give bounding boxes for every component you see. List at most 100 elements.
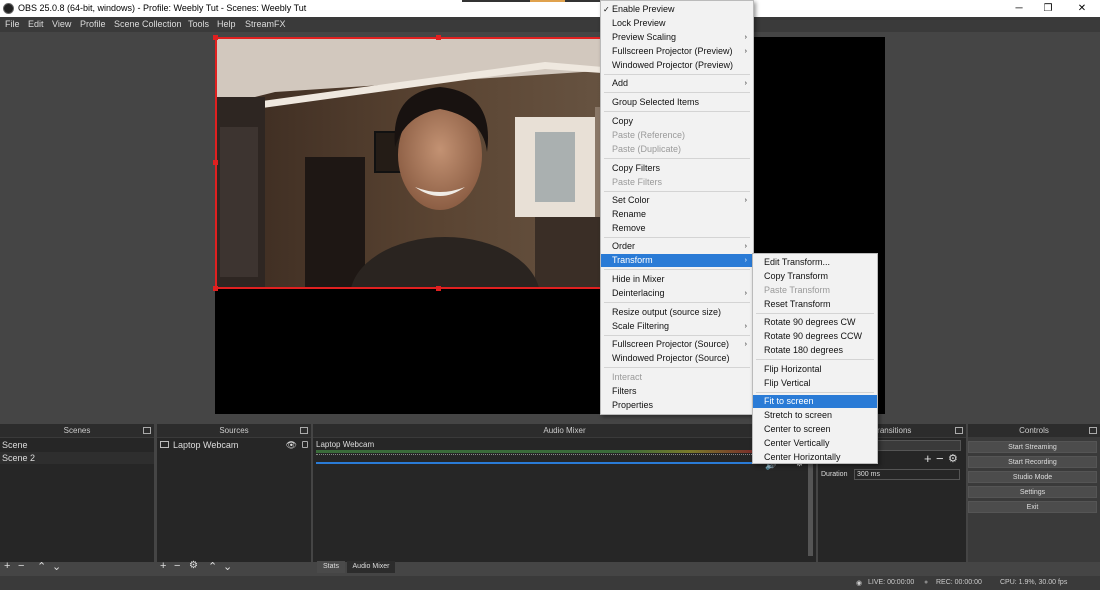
undock-icon[interactable]	[143, 427, 151, 434]
menu-item-hide-in-mixer[interactable]: Hide in Mixer	[601, 273, 753, 286]
scenes-dock: Scenes Scene Scene 2	[0, 424, 154, 562]
menu-item-stretch-to-screen[interactable]: Stretch to screen	[753, 409, 877, 422]
menu-separator	[604, 237, 750, 238]
sources-dock-title: Sources	[219, 426, 249, 435]
transitions-dock-title: Transitions	[872, 426, 912, 435]
submenu-arrow-icon: ›	[744, 257, 747, 264]
sources-toolbar: + − ⚙ ⌃ ⌄	[160, 560, 310, 574]
start-streaming-button[interactable]: Start Streaming	[968, 441, 1097, 453]
menu-item-filters[interactable]: Filters	[601, 385, 753, 398]
menu-item-properties[interactable]: Properties	[601, 399, 753, 412]
move-up-icon[interactable]: ⌃	[37, 560, 46, 573]
duration-field[interactable]: 300 ms	[854, 469, 960, 480]
add-transition-icon[interactable]: +	[924, 451, 932, 466]
resize-handle-top-left[interactable]	[213, 35, 218, 40]
cpu-status: CPU: 1.9%, 30.00 fps	[1000, 579, 1068, 586]
settings-button[interactable]: Settings	[968, 486, 1097, 498]
menu-item-enable-preview[interactable]: ✓ Enable Preview	[601, 3, 753, 16]
menu-scene-collection[interactable]: Scene Collection	[114, 19, 182, 29]
menu-edit[interactable]: Edit	[28, 19, 44, 29]
remove-scene-icon[interactable]: −	[18, 560, 24, 572]
start-recording-button[interactable]: Start Recording	[968, 456, 1097, 468]
menu-item-rotate-ccw[interactable]: Rotate 90 degrees CCW	[753, 330, 877, 343]
menu-help[interactable]: Help	[217, 19, 236, 29]
volume-slider[interactable]	[316, 462, 761, 464]
scene-item[interactable]: Scene	[0, 439, 154, 451]
menu-item-preview-scaling[interactable]: Preview Scaling ›	[601, 31, 753, 44]
menu-item-remove[interactable]: Remove	[601, 222, 753, 235]
remove-source-icon[interactable]: −	[174, 560, 180, 572]
add-scene-icon[interactable]: +	[4, 560, 10, 572]
menu-item-center-vertically[interactable]: Center Vertically	[753, 437, 877, 450]
menu-item-rotate-cw[interactable]: Rotate 90 degrees CW	[753, 316, 877, 329]
exit-button[interactable]: Exit	[968, 501, 1097, 513]
move-down-icon[interactable]: ⌄	[223, 560, 232, 573]
menu-profile[interactable]: Profile	[80, 19, 106, 29]
move-up-icon[interactable]: ⌃	[208, 560, 217, 573]
menu-item-reset-transform[interactable]: Reset Transform	[753, 298, 877, 311]
menu-tools[interactable]: Tools	[188, 19, 209, 29]
resize-handle-top[interactable]	[436, 35, 441, 40]
menu-item-lock-preview[interactable]: Lock Preview	[601, 17, 753, 30]
controls-dock-title: Controls	[1019, 426, 1049, 435]
menu-item-fullscreen-projector-preview[interactable]: Fullscreen Projector (Preview) ›	[601, 45, 753, 58]
visibility-eye-icon[interactable]: 👁	[286, 439, 297, 451]
menu-item-rename[interactable]: Rename	[601, 208, 753, 221]
maximize-button[interactable]: ❐	[1041, 2, 1055, 15]
menu-item-flip-horizontal[interactable]: Flip Horizontal	[753, 363, 877, 376]
add-source-icon[interactable]: +	[160, 560, 166, 572]
live-status: LIVE: 00:00:00	[868, 579, 915, 586]
menu-file[interactable]: File	[5, 19, 20, 29]
context-menu: ✓ Enable Preview Lock Preview Preview Sca…	[600, 0, 754, 415]
remove-transition-icon[interactable]: −	[936, 451, 944, 466]
menu-item-edit-transform[interactable]: Edit Transform...	[753, 256, 877, 269]
menu-separator	[604, 111, 750, 112]
submenu-arrow-icon: ›	[744, 48, 747, 55]
menu-view[interactable]: View	[52, 19, 71, 29]
gear-icon[interactable]: ⚙	[948, 452, 958, 465]
minimize-button[interactable]: ─	[1012, 2, 1026, 15]
scenes-dock-title: Scenes	[63, 426, 91, 435]
menu-item-fullscreen-projector-source[interactable]: Fullscreen Projector (Source) ›	[601, 338, 753, 351]
source-item-label: Laptop Webcam	[173, 440, 239, 450]
scenes-list[interactable]: Scene Scene 2	[0, 438, 154, 562]
sources-dock-header: Sources	[157, 424, 311, 437]
menu-item-windowed-projector-preview[interactable]: Windowed Projector (Preview)	[601, 59, 753, 72]
menu-item-order[interactable]: Order ›	[601, 240, 753, 253]
menu-item-center-to-screen[interactable]: Center to screen	[753, 423, 877, 436]
resize-handle-bottom[interactable]	[436, 286, 441, 291]
undock-icon[interactable]	[955, 427, 963, 434]
gear-icon[interactable]: ⚙	[189, 560, 198, 571]
menu-item-paste-filters: Paste Filters	[612, 177, 663, 187]
menu-item-transform[interactable]: Transform ›	[601, 254, 753, 267]
menu-item-copy[interactable]: Copy	[601, 115, 753, 128]
studio-mode-button[interactable]: Studio Mode	[968, 471, 1097, 483]
menu-item-windowed-projector-source[interactable]: Windowed Projector (Source)	[601, 352, 753, 365]
menu-item-deinterlacing[interactable]: Deinterlacing ›	[601, 287, 753, 300]
scene-item[interactable]: Scene 2	[0, 452, 154, 464]
resize-handle-bottom-left[interactable]	[213, 286, 218, 291]
menu-item-set-color[interactable]: Set Color ›	[601, 194, 753, 207]
menu-item-rotate-180[interactable]: Rotate 180 degrees	[753, 344, 877, 357]
webcam-image[interactable]	[215, 37, 660, 289]
undock-icon[interactable]	[300, 427, 308, 434]
menu-streamfx[interactable]: StreamFX	[245, 19, 286, 29]
tab-stats[interactable]: Stats	[317, 561, 345, 573]
menu-item-scale-filtering[interactable]: Scale Filtering ›	[601, 320, 753, 333]
menu-item-group-selected[interactable]: Group Selected Items	[601, 96, 753, 109]
menu-item-copy-filters[interactable]: Copy Filters	[601, 162, 753, 175]
menu-item-resize-output[interactable]: Resize output (source size)	[601, 306, 753, 319]
menu-item-add[interactable]: Add ›	[601, 77, 753, 90]
undock-icon[interactable]	[1089, 427, 1097, 434]
move-down-icon[interactable]: ⌄	[52, 560, 61, 573]
lock-icon[interactable]	[302, 441, 308, 448]
menu-item-copy-transform[interactable]: Copy Transform	[753, 270, 877, 283]
menu-item-fit-to-screen[interactable]: Fit to screen	[753, 395, 877, 408]
source-item[interactable]: Laptop Webcam 👁	[157, 439, 311, 451]
menu-item-flip-vertical[interactable]: Flip Vertical	[753, 377, 877, 390]
tab-audio-mixer[interactable]: Audio Mixer	[347, 561, 395, 573]
sources-list[interactable]: Laptop Webcam 👁	[157, 438, 311, 562]
resize-handle-left[interactable]	[213, 160, 218, 165]
close-button[interactable]: ✕	[1075, 2, 1089, 15]
menu-item-center-horizontally[interactable]: Center Horizontally	[753, 451, 877, 464]
